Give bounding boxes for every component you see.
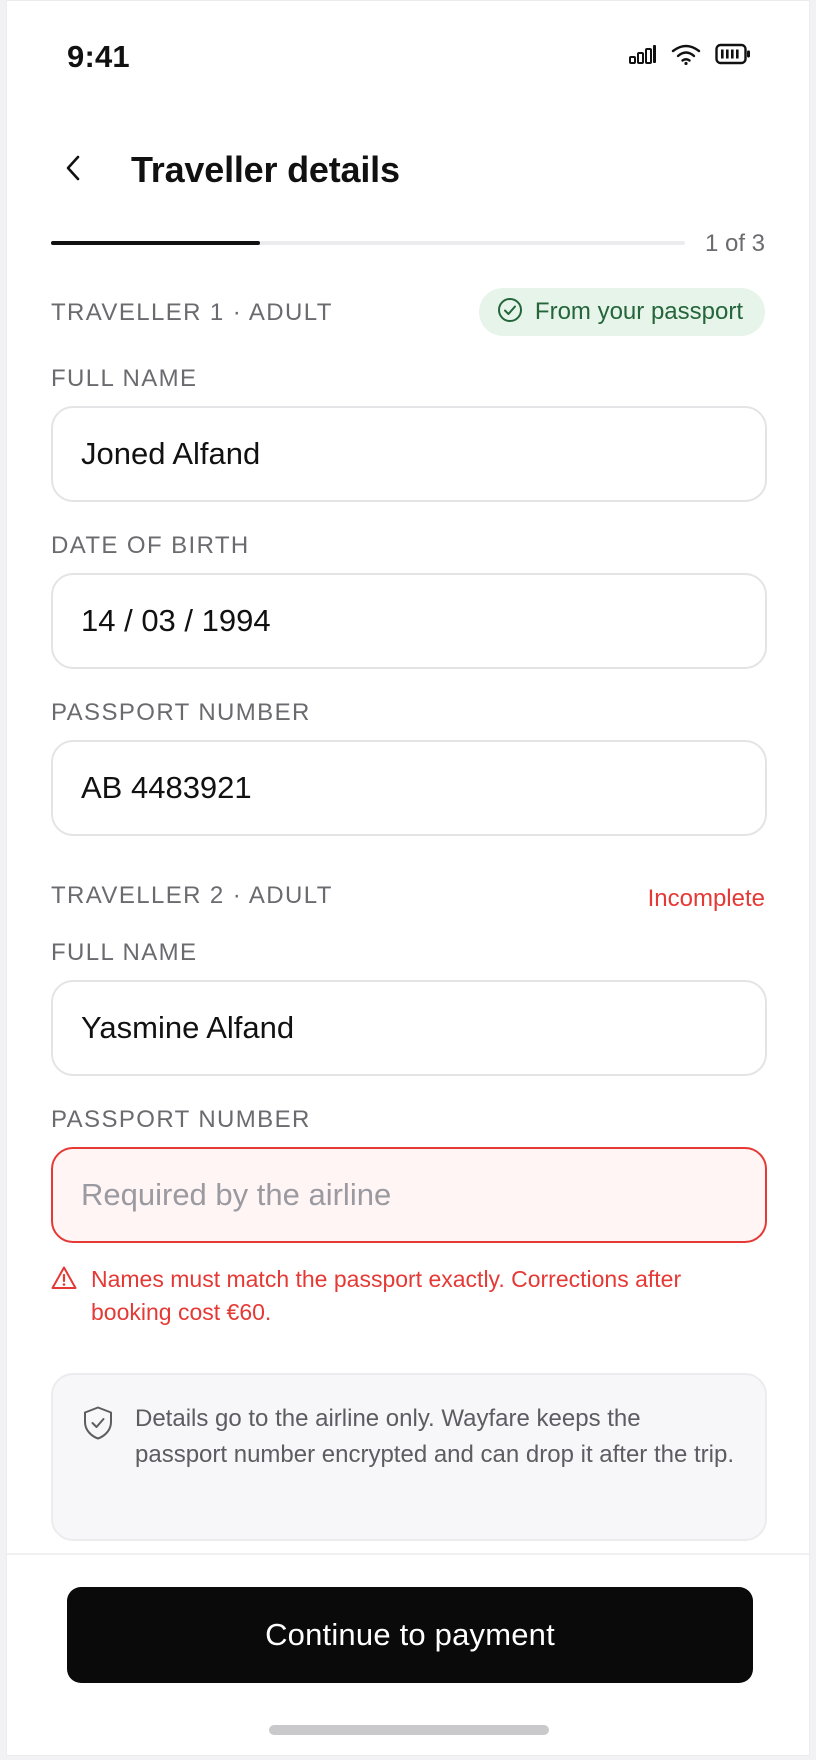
traveller-1-dob-label: DATE OF BIRTH bbox=[51, 532, 250, 559]
home-indicator bbox=[269, 1725, 549, 1735]
battery-icon bbox=[715, 43, 751, 65]
status-time: 9:41 bbox=[67, 39, 130, 74]
back-button[interactable] bbox=[51, 147, 97, 193]
traveller-1-passport-label: PASSPORT NUMBER bbox=[51, 699, 311, 726]
from-passport-badge-label: From your passport bbox=[534, 298, 743, 325]
phone-screen: 9:41 Traveller details 1 of 3 TRAVELLER … bbox=[6, 0, 810, 1756]
traveller-2-full-name-label: FULL NAME bbox=[51, 939, 198, 966]
continue-to-payment-button[interactable]: Continue to payment bbox=[67, 1587, 753, 1683]
status-icons bbox=[629, 43, 751, 65]
traveller-1-heading: TRAVELLER 1 · ADULT bbox=[51, 299, 333, 326]
traveller-2-passport-label: PASSPORT NUMBER bbox=[51, 1106, 311, 1133]
privacy-info-text: Details go to the airline only. Wayfare … bbox=[135, 1405, 735, 1468]
signal-icon bbox=[629, 44, 657, 64]
progress-fill bbox=[51, 241, 261, 245]
progress-label: 1 of 3 bbox=[704, 230, 765, 257]
traveller-1-passport-input[interactable] bbox=[51, 740, 767, 836]
traveller-2-status: Incomplete bbox=[647, 885, 765, 912]
privacy-info-card: Details go to the airline only. Wayfare … bbox=[51, 1373, 767, 1541]
wifi-icon bbox=[671, 43, 701, 65]
header: Traveller details bbox=[7, 131, 809, 211]
check-circle-icon bbox=[497, 297, 523, 328]
status-bar: 9:41 bbox=[7, 1, 809, 111]
from-passport-badge: From your passport bbox=[478, 288, 765, 336]
footer: Continue to payment bbox=[7, 1553, 809, 1755]
traveller-2-heading: TRAVELLER 2 · ADULT bbox=[51, 882, 333, 909]
progress-bar bbox=[51, 241, 685, 245]
traveller-1-full-name-input[interactable] bbox=[51, 406, 767, 502]
traveller-1-full-name-label: FULL NAME bbox=[51, 365, 198, 392]
error-message: Names must match the passport exactly. C… bbox=[91, 1266, 682, 1325]
alert-triangle-icon bbox=[51, 1265, 77, 1329]
traveller-2-error: Names must match the passport exactly. C… bbox=[51, 1263, 767, 1329]
shield-check-icon bbox=[81, 1405, 115, 1513]
traveller-2-full-name-input[interactable] bbox=[51, 980, 767, 1076]
traveller-2-passport-input[interactable] bbox=[51, 1147, 767, 1243]
page-title: Traveller details bbox=[131, 149, 400, 190]
traveller-1-dob-input[interactable] bbox=[51, 573, 767, 669]
chevron-left-icon bbox=[64, 153, 84, 188]
